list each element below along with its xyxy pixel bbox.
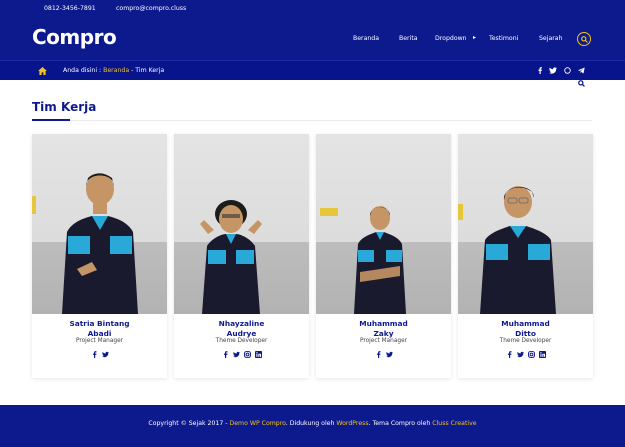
nav-item-sejarah[interactable]: Sejarah [539, 35, 563, 42]
facebook-icon[interactable] [506, 351, 513, 358]
search-button[interactable] [577, 32, 591, 46]
team-member-photo [32, 134, 167, 314]
site-logo[interactable]: Compro [32, 25, 117, 49]
team-card[interactable]: Nhayzaline Audrye Theme Developer [174, 134, 309, 378]
nav-item-berita[interactable]: Berita [399, 35, 418, 42]
team-card[interactable]: Satria Bintang Abadi Project Manager [32, 134, 167, 378]
email-address[interactable]: compro@compro.cluss [116, 5, 186, 12]
twitter-icon[interactable] [516, 351, 524, 358]
site-footer: Copyright © Sejak 2017 - Demo WP Compro.… [0, 405, 625, 447]
team-member-socials [458, 351, 593, 358]
breadcrumb-bar: Anda disini : Beranda - Tim Kerja [0, 60, 625, 80]
nav-item-testimoni[interactable]: Testimoni [489, 35, 518, 42]
footer-copyright: Copyright © Sejak 2017 - Demo WP Compro.… [148, 420, 477, 427]
telegram-share-icon[interactable] [578, 67, 585, 74]
search-icon [581, 36, 588, 43]
twitter-icon[interactable] [385, 351, 393, 358]
twitter-icon[interactable] [101, 351, 109, 358]
team-member-name: Satria Bintang Abadi [69, 319, 130, 338]
team-member-name: Muhammad Zaky [359, 319, 408, 338]
site-header: Compro Beranda Berita Dropdown ▸ Testimo… [0, 18, 625, 60]
page-title: Tim Kerja [32, 100, 97, 114]
footer-link-wordpress[interactable]: WordPress [336, 420, 368, 427]
team-member-photo [174, 134, 309, 314]
nav-item-dropdown[interactable]: Dropdown [435, 35, 467, 42]
facebook-icon[interactable] [222, 351, 229, 358]
breadcrumb: Anda disini : Beranda - Tim Kerja [63, 67, 164, 74]
facebook-icon[interactable] [375, 351, 382, 358]
breadcrumb-separator: - [131, 67, 134, 74]
team-member-photo [316, 134, 451, 314]
top-contact-bar: 0812-3456-7891 compro@compro.cluss [0, 0, 625, 18]
instagram-icon[interactable] [527, 351, 535, 358]
search-icon[interactable] [578, 80, 585, 87]
whatsapp-share-icon[interactable] [564, 67, 571, 74]
title-divider [32, 120, 592, 121]
facebook-share-icon[interactable] [537, 67, 543, 74]
home-icon[interactable] [38, 67, 47, 75]
team-member-role: Theme Developer [215, 338, 268, 344]
twitter-icon[interactable] [232, 351, 240, 358]
title-accent-bar [32, 119, 70, 121]
team-member-role: Theme Developer [499, 338, 552, 344]
instagram-icon[interactable] [243, 351, 251, 358]
linkedin-icon[interactable] [254, 351, 262, 358]
team-member-role: Project Manager [75, 338, 124, 344]
team-member-socials [32, 351, 167, 358]
team-card[interactable]: Muhammad Zaky Project Manager [316, 134, 451, 378]
phone-number[interactable]: 0812-3456-7891 [44, 5, 96, 12]
team-member-socials [316, 351, 451, 358]
linkedin-icon[interactable] [538, 351, 546, 358]
team-member-name: Muhammad Ditto [501, 319, 550, 338]
team-card[interactable]: Muhammad Ditto Theme Developer [458, 134, 593, 378]
team-member-name: Nhayzaline Audrye [218, 319, 265, 338]
nav-item-beranda[interactable]: Beranda [353, 35, 379, 42]
breadcrumb-prefix: Anda disini : [63, 67, 102, 74]
footer-link-demo[interactable]: Demo WP Compro [229, 420, 285, 427]
dropdown-arrow-icon: ▸ [473, 34, 477, 41]
breadcrumb-home-link[interactable]: Beranda [103, 67, 129, 74]
team-member-socials [174, 351, 309, 358]
twitter-share-icon[interactable] [549, 67, 557, 74]
breadcrumb-current: Tim Kerja [135, 67, 165, 74]
team-member-role: Project Manager [359, 338, 408, 344]
footer-link-cluss[interactable]: Cluss Creative [432, 420, 476, 427]
team-member-photo [458, 134, 593, 314]
facebook-icon[interactable] [91, 351, 98, 358]
